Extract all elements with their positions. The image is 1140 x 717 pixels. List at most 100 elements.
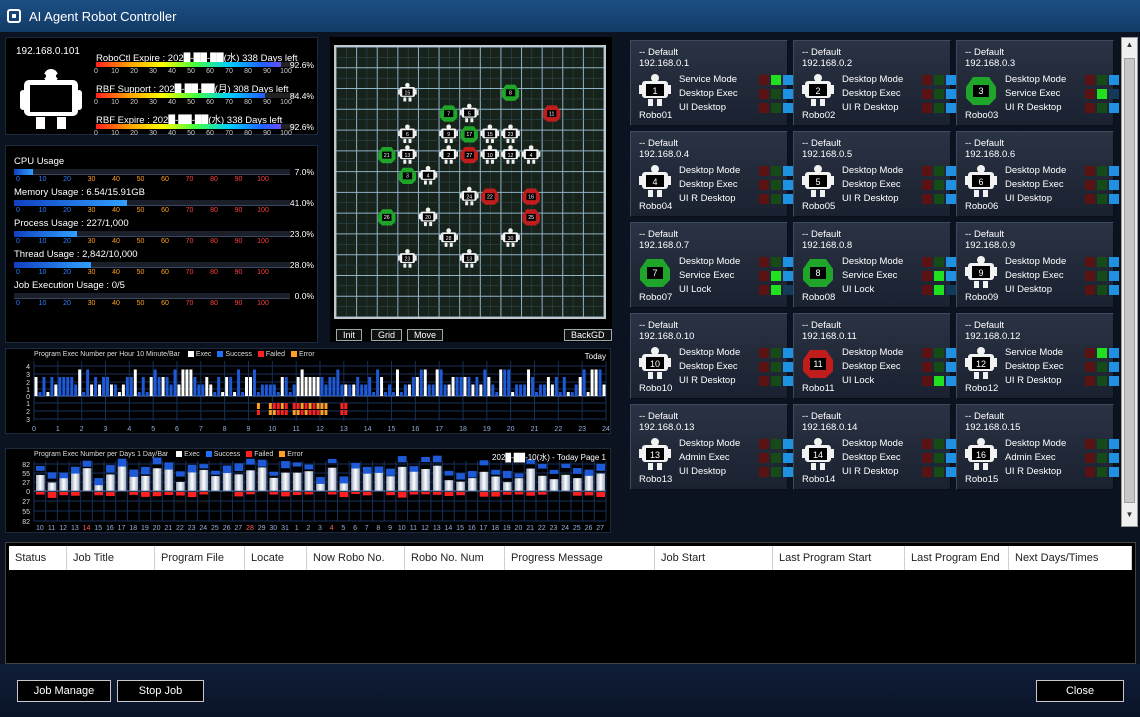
map-robot-icon[interactable]: 4 [521,145,541,164]
map-robot-icon[interactable]: 16 [522,188,540,205]
robot-icon[interactable]: 16 [965,438,997,470]
map-robot-icon[interactable]: 24 [460,186,479,206]
job-column-header[interactable]: Robo No. Num [405,546,505,570]
map-robot-icon[interactable]: 27 [460,146,478,164]
map-robot-icon[interactable]: 12 [501,145,520,164]
backgd-button[interactable]: BackGD [564,329,612,341]
robot-card[interactable]: -- Default 192.168.0.4 4 Robo04 Desktop Mode… [630,131,793,217]
robot-icon[interactable]: 11 [803,350,833,378]
job-column-header[interactable]: Now Robo No. [307,546,405,570]
robot-map[interactable]: 15 8 7 5 11 6 9 17 15 23 21 13 2 27 10 12 4 3 4 24 22 16 26 20 2… [334,45,606,319]
job-column-header[interactable]: Status [9,546,67,570]
robot-icon[interactable]: 1 [639,74,671,106]
usage-tick: 0 [16,269,20,276]
robot-card[interactable]: -- Default 192.168.0.11 11 Robo11 Desktop Mo… [793,313,956,399]
robot-card[interactable]: -- Default 192.168.0.9 9 Robo09 Desktop Mode… [956,222,1119,308]
robot-card[interactable]: -- Default 192.168.0.3 3 Robo03 Desktop Mode… [956,40,1119,126]
job-column-header[interactable]: Last Program Start [773,546,905,570]
robot-card[interactable]: -- Default 192.168.0.14 14 Robo14 Desktop Mo… [793,404,956,490]
day-exec-bar [292,472,302,491]
job-column-header[interactable]: Program File [155,546,245,570]
map-robot-icon[interactable]: 13 [398,145,417,164]
map-robot-icon[interactable]: 15 [480,124,500,144]
robot-icon[interactable]: 12 [965,347,997,379]
robot-icon[interactable]: 10 [639,347,671,379]
map-robot-icon[interactable]: 7 [439,105,458,122]
job-column-header[interactable]: Last Program End [905,546,1009,570]
map-robot-icon[interactable]: 21 [378,146,396,164]
move-button[interactable]: Move [407,329,444,341]
map-robot-icon[interactable]: 6 [398,124,417,144]
robot-card[interactable]: -- Default 192.168.0.13 13 Robo13 Desktop Mo… [630,404,793,490]
robot-card[interactable]: -- Default 192.168.0.15 16 Robo15 Desktop Mo… [956,404,1119,490]
map-robot-icon[interactable]: 25 [522,209,540,226]
scroll-down-icon[interactable]: ▼ [1124,510,1135,524]
robot-card[interactable]: -- Default 192.168.0.6 6 Robo06 Desktop Mode… [956,131,1119,217]
robot-icon[interactable]: 14 [802,438,834,470]
map-robot-icon[interactable]: 26 [378,209,396,226]
robot-icon[interactable]: 5 [802,165,834,197]
job-column-header[interactable]: Next Days/Times [1009,546,1132,570]
map-robot-icon[interactable]: 17 [460,126,478,143]
status-indicator [934,103,944,113]
robot-icon[interactable]: 2 [802,74,834,106]
usage-tick: 20 [63,300,71,307]
map-robot-icon[interactable]: 28 [439,228,458,247]
scroll-thumb[interactable] [1124,58,1135,503]
job-column-header[interactable]: Job Title [67,546,155,570]
map-robot-icon[interactable]: 15 [398,82,417,102]
stop-job-button[interactable]: Stop Job [117,680,204,702]
robot-card[interactable]: -- Default 192.168.0.5 5 Robo05 Desktop Mode… [793,131,956,217]
map-robot-icon[interactable]: 11 [543,105,561,122]
robot-icon[interactable]: 6 [965,165,997,197]
grid-button[interactable]: Grid [371,329,403,341]
map-robot-icon[interactable]: 23 [398,249,417,268]
map-robot-icon[interactable]: 8 [501,84,520,101]
map-robot-icon[interactable]: 4 [418,166,438,185]
robot-icon[interactable]: 8 [803,259,833,287]
map-robot-icon[interactable]: 2 [439,145,458,164]
job-column-header[interactable]: Job Start [655,546,773,570]
robot-card[interactable]: -- Default 192.168.0.2 2 Robo02 Desktop Mode… [793,40,956,126]
robot-status-label: UI R Desktop [1005,375,1062,386]
map-robot-icon[interactable]: 10 [480,145,500,164]
map-robot-icon[interactable]: 3 [398,167,417,184]
day-exec-bar [327,467,337,491]
map-robot-icon[interactable]: 23 [501,124,520,144]
day-success-bar [409,466,419,472]
job-table[interactable]: Status Job Title Program File Locate Now Rob… [5,542,1136,664]
robot-card[interactable]: -- Default 192.168.0.1 1 Robo01 Service Mode… [630,40,793,126]
robot-card[interactable]: -- Default 192.168.0.10 10 Robo10 Desktop Mo… [630,313,793,399]
scroll-up-icon[interactable]: ▲ [1124,40,1135,54]
job-manage-button[interactable]: Job Manage [17,680,111,702]
hour-x-tick: 1 [56,426,60,433]
robot-grid-scrollbar[interactable]: ▲ ▼ [1121,37,1138,527]
day-failed-bar [106,492,115,497]
close-button[interactable]: Close [1036,680,1124,702]
map-robot-icon[interactable]: 20 [418,207,438,227]
robot-map-canvas[interactable]: 15 8 7 5 11 6 9 17 15 23 21 13 2 27 10 12 4 3 4 24 22 16 26 20 2… [336,47,604,317]
robot-card[interactable]: -- Default 192.168.0.7 7 Robo07 Desktop Mode… [630,222,793,308]
robot-icon[interactable]: 4 [639,165,671,197]
robot-icon[interactable]: 9 [965,256,997,288]
day-x-tick: 30 [269,525,277,532]
map-robot-icon[interactable]: 13 [460,249,479,268]
status-indicator [934,467,944,477]
usage-bar [14,262,290,268]
day-exec-bar [164,466,174,491]
init-button[interactable]: Init [336,329,363,341]
robot-card[interactable]: -- Default 192.168.0.8 8 Robo08 Desktop Mode… [793,222,956,308]
map-robot-icon[interactable]: 22 [481,188,499,205]
usage-tick: 0 [16,300,20,307]
robot-name: Robo07 [639,292,673,303]
map-robot-icon[interactable]: 9 [439,124,458,144]
robot-card[interactable]: -- Default 192.168.0.12 12 Robo12 Service Mo… [956,313,1119,399]
job-column-header[interactable]: Progress Message [505,546,655,570]
map-robot-icon[interactable]: 5 [460,103,479,123]
license-tick: 30 [149,68,157,75]
robot-icon[interactable]: 13 [639,438,671,470]
robot-icon[interactable]: 3 [966,77,996,105]
map-robot-icon[interactable]: 30 [501,228,520,247]
robot-icon[interactable]: 7 [640,259,670,287]
job-column-header[interactable]: Locate [245,546,307,570]
